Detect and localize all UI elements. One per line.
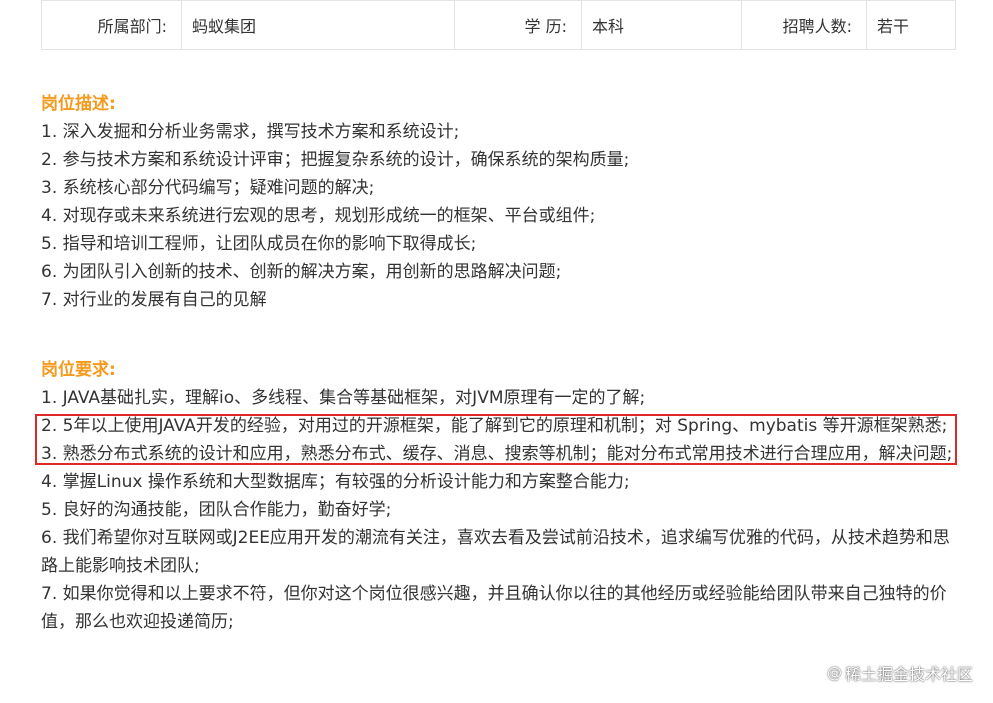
job-description-title: 岗位描述: [41, 94, 116, 114]
description-item: 7. 对行业的发展有自己的见解 [41, 290, 267, 310]
headcount-value: 若干 [866, 0, 956, 50]
department-value: 蚂蚁集团 [181, 0, 455, 50]
department-label: 所属部门: [41, 0, 182, 50]
at-icon: @ [826, 664, 842, 682]
description-item: 4. 对现存或未来系统进行宏观的思考，规划形成统一的框架、平台或组件; [41, 206, 596, 226]
description-item: 5. 指导和培训工程师，让团队成员在你的影响下取得成长; [41, 234, 477, 254]
requirement-item: 5. 良好的沟通技能，团队合作能力，勤奋好学; [41, 500, 392, 520]
description-item: 1. 深入发掘和分析业务需求，撰写技术方案和系统设计; [41, 122, 460, 142]
watermark: @ 稀土掘金技术社区 [827, 661, 973, 685]
education-label: 学 历: [454, 0, 582, 50]
requirement-item: 6. 我们希望你对互联网或J2EE应用开发的潮流有关注，喜欢去看及尝试前沿技术，… [41, 528, 950, 576]
job-info-table: 所属部门: 蚂蚁集团 学 历: 本科 招聘人数: 若干 [41, 0, 956, 50]
job-description-section: 岗位描述: 1. 深入发掘和分析业务需求，撰写技术方案和系统设计; 2. 参与技… [41, 91, 961, 314]
headcount-label: 招聘人数: [741, 0, 867, 50]
description-item: 2. 参与技术方案和系统设计评审；把握复杂系统的设计，确保系统的架构质量; [41, 150, 630, 170]
requirement-item: 1. JAVA基础扎实，理解io、多线程、集合等基础框架，对JVM原理有一定的了… [41, 388, 646, 408]
job-requirements-title: 岗位要求: [41, 360, 116, 380]
description-item: 3. 系统核心部分代码编写；疑难问题的解决; [41, 178, 375, 198]
watermark-text: 稀土掘金技术社区 [844, 665, 973, 684]
description-item: 6. 为团队引入创新的技术、创新的解决方案，用创新的思路解决问题; [41, 262, 562, 282]
requirement-item: 7. 如果你觉得和以上要求不符，但你对这个岗位很感兴趣，并且确认你以往的其他经历… [41, 584, 947, 632]
highlight-box [35, 414, 957, 465]
education-value: 本科 [581, 0, 742, 50]
job-requirements-section: 岗位要求: 1. JAVA基础扎实，理解io、多线程、集合等基础框架，对JVM原… [41, 357, 961, 636]
job-info-row: 所属部门: 蚂蚁集团 学 历: 本科 招聘人数: 若干 [41, 0, 956, 50]
requirement-item: 4. 掌握Linux 操作系统和大型数据库；有较强的分析设计能力和方案整合能力; [41, 472, 630, 492]
